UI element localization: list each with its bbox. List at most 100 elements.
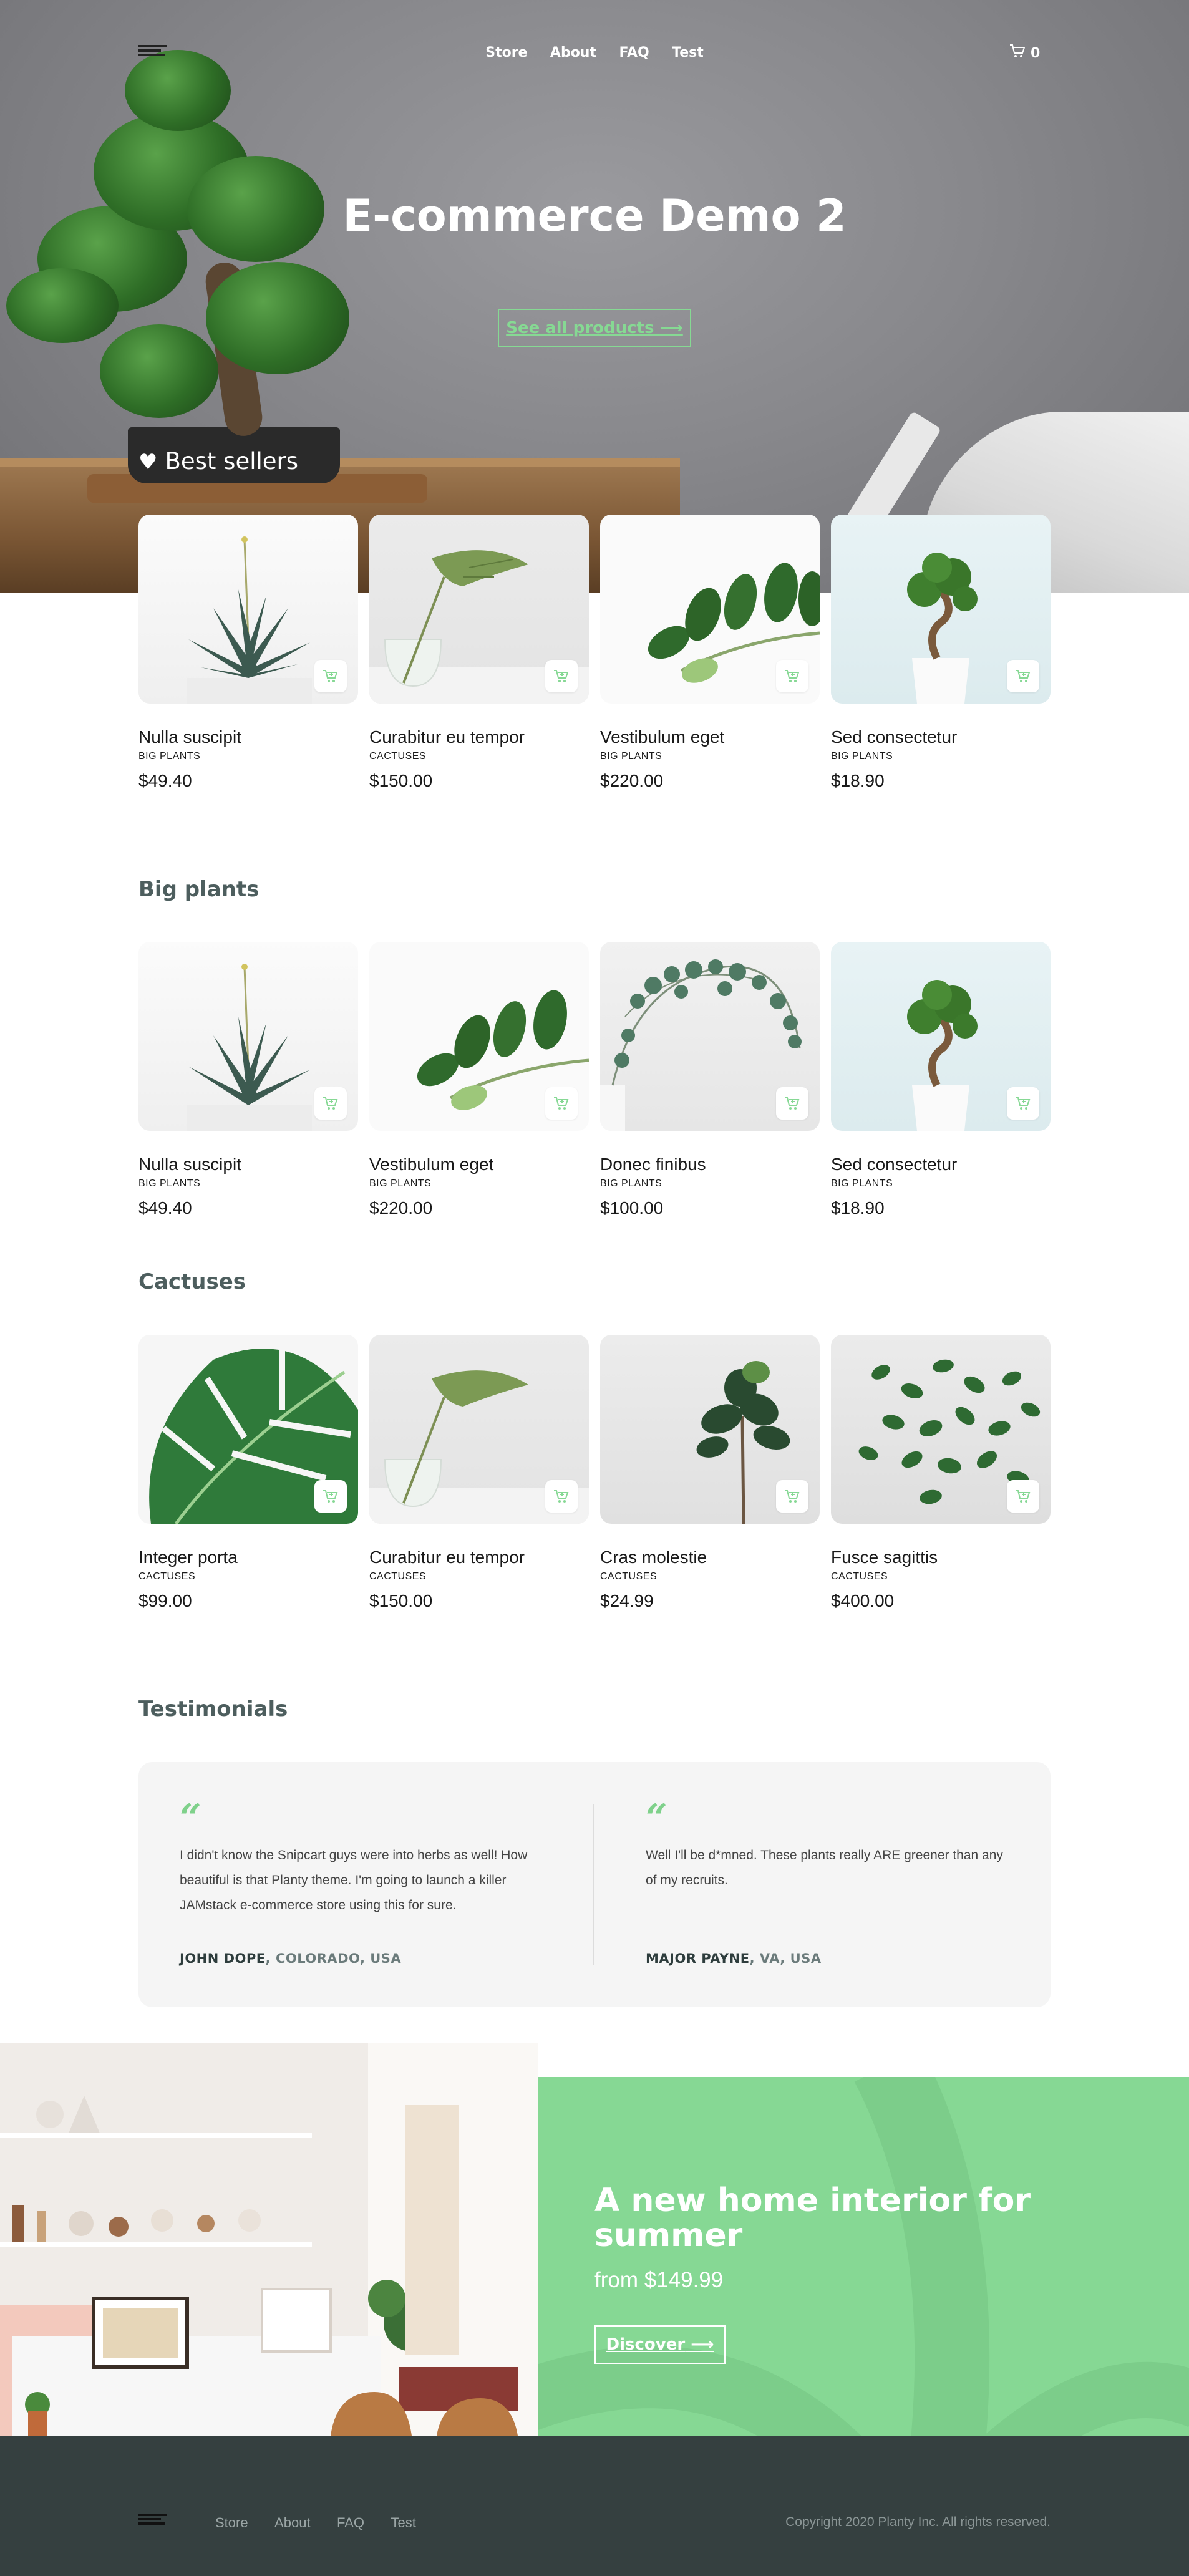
product-price: $220.00 — [369, 1198, 433, 1218]
product-card[interactable]: Vestibulum eget BIG PLANTS $220.00 — [600, 515, 820, 791]
add-to-cart-button[interactable] — [545, 1087, 578, 1120]
product-category: BIG PLANTS — [831, 751, 893, 762]
discover-label: Discover — [606, 2335, 686, 2354]
cart-plus-icon — [554, 1490, 569, 1503]
promo-title: A new home interior for summer — [594, 2182, 1031, 2254]
bonsai-foliage — [206, 262, 349, 374]
author-name: JOHN DOPE — [180, 1951, 266, 1966]
cart-plus-icon — [554, 670, 569, 682]
product-card[interactable]: Nulla suscipit BIG PLANTS $49.40 — [138, 515, 358, 791]
product-image[interactable] — [138, 942, 358, 1131]
bonsai-foliage — [6, 268, 119, 343]
product-image[interactable] — [369, 1335, 589, 1524]
add-to-cart-button[interactable] — [1007, 1480, 1039, 1513]
footer-link-test[interactable]: Test — [391, 2515, 415, 2530]
add-to-cart-button[interactable] — [314, 1087, 347, 1120]
product-card[interactable]: Cras molestie CACTUSES $24.99 — [600, 1335, 820, 1611]
add-to-cart-button[interactable] — [776, 660, 808, 692]
product-category: BIG PLANTS — [600, 751, 662, 762]
product-price: $100.00 — [600, 1198, 664, 1218]
add-to-cart-button[interactable] — [314, 1480, 347, 1513]
cart-button[interactable]: 0 — [1009, 44, 1040, 61]
nav-link-faq[interactable]: FAQ — [619, 45, 649, 61]
add-to-cart-button[interactable] — [1007, 660, 1039, 692]
product-category: BIG PLANTS — [369, 1178, 432, 1189]
product-category: CACTUSES — [831, 1571, 888, 1582]
promo-subtitle: from $149.99 — [594, 2268, 724, 2292]
product-card[interactable]: Integer porta CACTUSES $99.00 — [138, 1335, 358, 1611]
product-category: BIG PLANTS — [831, 1178, 893, 1189]
quote-icon: “ — [646, 1796, 667, 1840]
product-price: $150.00 — [369, 771, 433, 790]
footer-link-faq[interactable]: FAQ — [337, 2515, 364, 2530]
product-name[interactable]: Curabitur eu tempor — [369, 1547, 589, 1567]
product-card[interactable]: Sed consectetur BIG PLANTS $18.90 — [831, 515, 1051, 791]
product-card[interactable]: Vestibulum eget BIG PLANTS $220.00 — [369, 942, 589, 1218]
product-category: BIG PLANTS — [600, 1178, 662, 1189]
product-card[interactable]: Donec finibus BIG PLANTS $100.00 — [600, 942, 820, 1218]
product-category: CACTUSES — [138, 1571, 196, 1582]
product-name[interactable]: Vestibulum eget — [600, 727, 820, 747]
product-name[interactable]: Sed consectetur — [831, 1155, 1051, 1174]
add-to-cart-button[interactable] — [314, 660, 347, 692]
cactuses-title: Cactuses — [138, 1269, 246, 1294]
product-category: CACTUSES — [369, 1571, 427, 1582]
footer-nav: Store About FAQ Test — [215, 2515, 440, 2531]
product-price: $49.40 — [138, 771, 192, 790]
product-image[interactable] — [831, 515, 1051, 704]
product-name[interactable]: Nulla suscipit — [138, 1155, 358, 1174]
product-price: $18.90 — [831, 1198, 885, 1218]
product-price: $99.00 — [138, 1591, 192, 1610]
product-name[interactable]: Integer porta — [138, 1547, 358, 1567]
add-to-cart-button[interactable] — [545, 660, 578, 692]
product-category: CACTUSES — [369, 751, 427, 762]
product-image[interactable] — [138, 515, 358, 704]
product-image[interactable] — [369, 515, 589, 704]
best-sellers-label: Best sellers — [165, 448, 299, 475]
product-card[interactable]: Sed consectetur BIG PLANTS $18.90 — [831, 942, 1051, 1218]
product-image[interactable] — [831, 942, 1051, 1131]
product-name[interactable]: Fusce sagittis — [831, 1547, 1051, 1567]
product-card[interactable]: Nulla suscipit BIG PLANTS $49.40 — [138, 942, 358, 1218]
add-to-cart-button[interactable] — [545, 1480, 578, 1513]
add-to-cart-button[interactable] — [776, 1480, 808, 1513]
product-name[interactable]: Nulla suscipit — [138, 727, 358, 747]
product-image[interactable] — [831, 1335, 1051, 1524]
big-plants-title: Big plants — [138, 877, 260, 902]
cart-plus-icon — [323, 1097, 338, 1110]
discover-button[interactable]: Discover ⟶ — [594, 2325, 726, 2364]
product-name[interactable]: Donec finibus — [600, 1155, 820, 1174]
author-location: , COLORADO, USA — [265, 1951, 402, 1966]
product-card[interactable]: Fusce sagittis CACTUSES $400.00 — [831, 1335, 1051, 1611]
product-name[interactable]: Sed consectetur — [831, 727, 1051, 747]
nav-link-about[interactable]: About — [550, 45, 596, 61]
product-price: $220.00 — [600, 771, 664, 790]
product-card[interactable]: Curabitur eu tempor CACTUSES $150.00 — [369, 1335, 589, 1611]
product-image[interactable] — [600, 1335, 820, 1524]
quote-icon: “ — [180, 1796, 201, 1840]
product-image[interactable] — [138, 1335, 358, 1524]
bonsai-foliage — [100, 324, 218, 418]
footer-logo[interactable] — [138, 2514, 168, 2529]
product-name[interactable]: Cras molestie — [600, 1547, 820, 1567]
footer-link-store[interactable]: Store — [215, 2515, 248, 2530]
product-category: BIG PLANTS — [138, 751, 201, 762]
nav-link-store[interactable]: Store — [485, 45, 527, 61]
arrow-right-icon: ⟶ — [659, 319, 683, 337]
product-image[interactable] — [369, 942, 589, 1131]
add-to-cart-button[interactable] — [776, 1087, 808, 1120]
nav-link-test[interactable]: Test — [672, 45, 704, 61]
product-image[interactable] — [600, 942, 820, 1131]
see-all-products-button[interactable]: See all products ⟶ — [498, 309, 691, 347]
cart-plus-icon — [323, 670, 338, 682]
cart-plus-icon — [323, 1490, 338, 1503]
product-name[interactable]: Vestibulum eget — [369, 1155, 589, 1174]
author-location: , VA, USA — [749, 1951, 822, 1966]
add-to-cart-button[interactable] — [1007, 1087, 1039, 1120]
footer-link-about[interactable]: About — [274, 2515, 311, 2530]
product-card[interactable]: Curabitur eu tempor CACTUSES $150.00 — [369, 515, 589, 791]
product-name[interactable]: Curabitur eu tempor — [369, 727, 589, 747]
product-price: $18.90 — [831, 771, 885, 790]
product-image[interactable] — [600, 515, 820, 704]
cart-plus-icon — [785, 1097, 800, 1110]
